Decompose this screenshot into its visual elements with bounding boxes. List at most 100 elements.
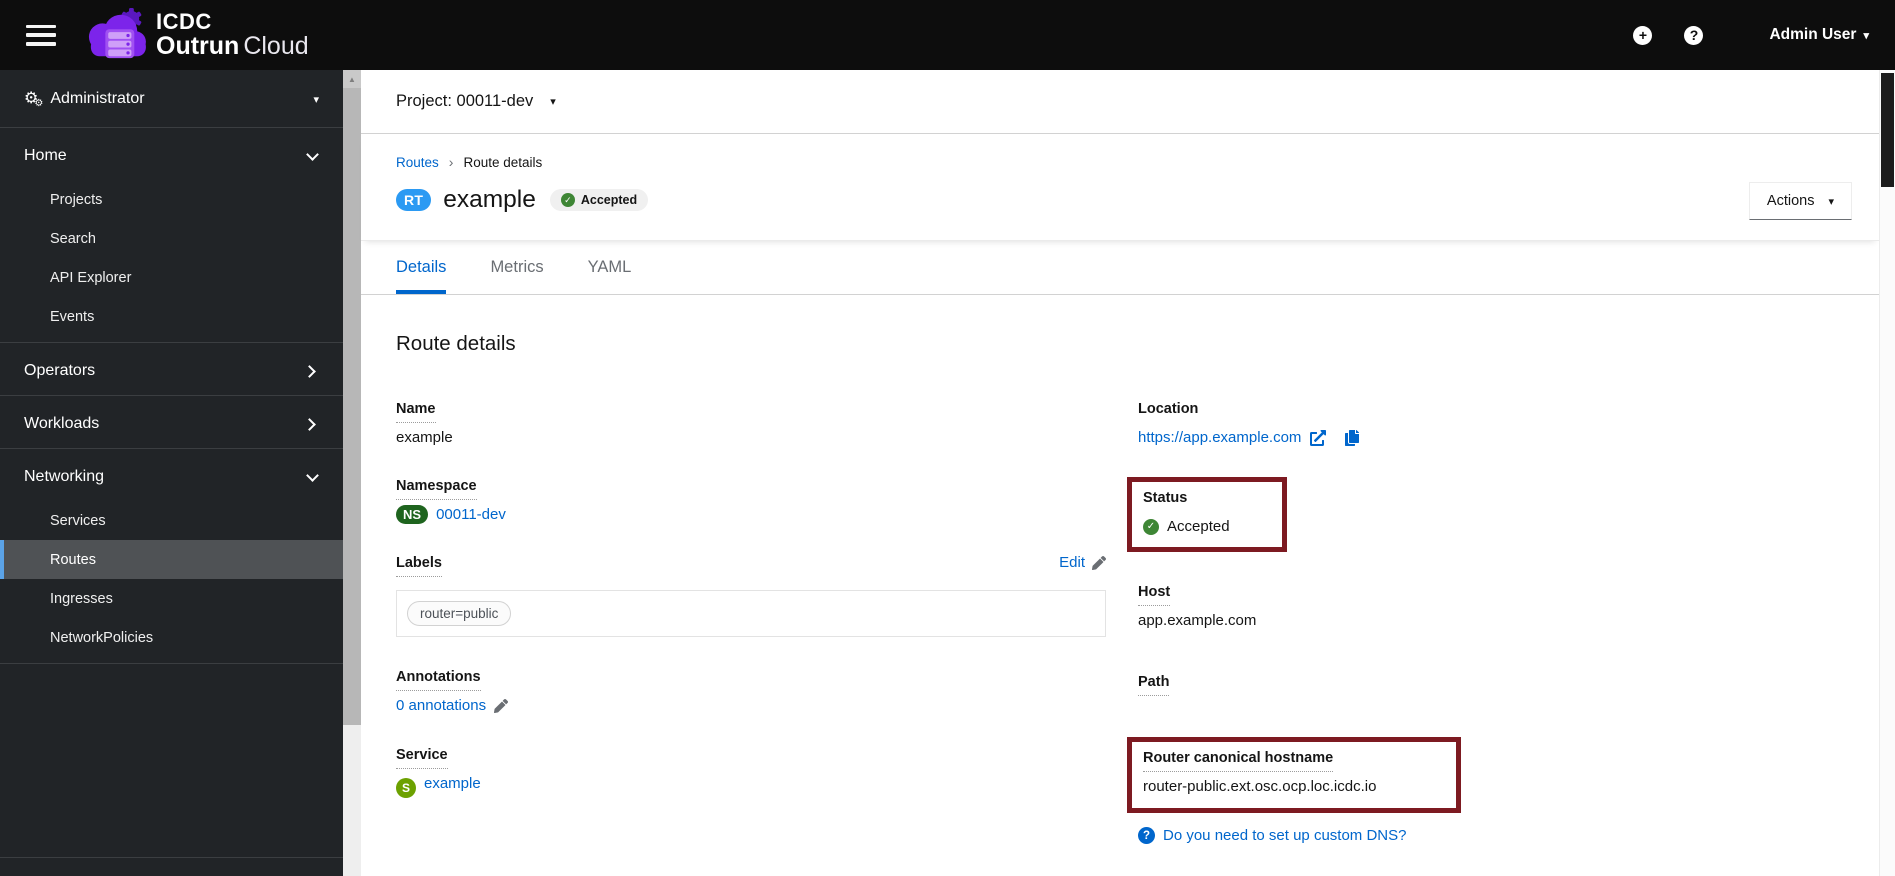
field-annotations: Annotations 0 annotations (396, 668, 1106, 715)
help-icon[interactable]: ? (1684, 25, 1704, 45)
sidebar-nav: ⚙ ⚙ Administrator ▾ Home Projects Search … (0, 70, 343, 876)
field-status-label: Status (1143, 490, 1188, 506)
tab-details[interactable]: Details (396, 241, 447, 294)
add-icon[interactable]: + (1633, 25, 1653, 45)
page-header: Routes › Route details RT example ✓ Acce… (361, 134, 1879, 241)
sidebar-item-api-explorer[interactable]: API Explorer (0, 258, 343, 297)
chevron-down-icon: ▾ (550, 96, 556, 108)
tab-yaml[interactable]: YAML (588, 241, 632, 294)
brand-subtitle: Outrun Cloud (156, 31, 309, 60)
namespace-badge: NS (396, 505, 429, 524)
pencil-icon[interactable] (494, 698, 509, 713)
pencil-icon (1092, 555, 1106, 570)
field-location-value: https://app.example.com (1138, 429, 1835, 446)
chevron-down-icon: ▾ (313, 93, 319, 106)
brand-logo: ICDC Outrun Cloud (84, 7, 309, 63)
chevron-down-icon: ▾ (1863, 29, 1869, 42)
details-right-column: Location https://app.example.com Status … (1127, 400, 1835, 844)
sidebar-item-services[interactable]: Services (0, 501, 343, 540)
nav-section-operators: Operators (0, 343, 343, 396)
status-badge: ✓ Accepted (549, 189, 649, 211)
field-status-value: ✓ Accepted (1143, 518, 1230, 535)
edit-labels-link[interactable]: Edit (1059, 554, 1106, 571)
sidebar-item-routes[interactable]: Routes (0, 540, 343, 579)
field-status-annotated: Status ✓ Accepted (1127, 477, 1835, 552)
breadcrumb: Routes › Route details (396, 154, 1844, 170)
check-circle-icon: ✓ (1143, 518, 1159, 535)
copy-icon[interactable] (1344, 429, 1360, 446)
details-left-column: Name example Namespace NS 00011-dev Label… (396, 400, 1106, 844)
field-labels: Labels Edit router=public (396, 554, 1106, 637)
field-namespace-label: Namespace (396, 478, 477, 500)
chevron-right-icon (303, 364, 316, 378)
external-link-icon[interactable] (1310, 429, 1327, 446)
sidebar-item-projects[interactable]: Projects (0, 180, 343, 219)
field-namespace-value: NS 00011-dev (396, 505, 1106, 524)
field-labels-label: Labels (396, 555, 442, 577)
scrollbar-up-arrow-icon[interactable]: ▲ (343, 70, 361, 88)
field-service-label: Service (396, 747, 448, 769)
main-scrollbar[interactable] (1879, 70, 1895, 876)
field-path-label: Path (1138, 674, 1170, 696)
nav-section-workloads-toggle[interactable]: Workloads (0, 396, 343, 448)
label-chip: router=public (407, 601, 512, 626)
user-menu-label: Admin User (1769, 26, 1857, 43)
actions-label: Actions (1766, 193, 1815, 209)
status-badge-label: Accepted (580, 193, 638, 207)
main-scrollbar-thumb[interactable] (1881, 73, 1894, 187)
field-name: Name example (396, 400, 1106, 446)
field-router-label: Router canonical hostname (1143, 750, 1334, 772)
annotations-link[interactable]: 0 annotations (396, 697, 486, 714)
nav-section-home-toggle[interactable]: Home (0, 128, 343, 180)
app-header: ICDC Outrun Cloud + ? Admin User ▾ (0, 0, 1895, 70)
sidebar-item-networkpolicies[interactable]: NetworkPolicies (0, 618, 343, 657)
field-annotations-label: Annotations (396, 669, 481, 691)
project-selector-label: Project: 00011-dev (396, 92, 534, 110)
sidebar-item-ingresses[interactable]: Ingresses (0, 579, 343, 618)
sidebar-item-search[interactable]: Search (0, 219, 343, 258)
perspective-switcher[interactable]: ⚙ ⚙ Administrator ▾ (0, 70, 343, 128)
field-location-label: Location (1138, 401, 1199, 417)
field-host: Host app.example.com (1138, 583, 1835, 629)
field-path: Path (1138, 673, 1835, 696)
tab-metrics[interactable]: Metrics (490, 241, 543, 294)
sidebar-scrollbar[interactable]: ▲ (343, 70, 361, 876)
breadcrumb-routes-link[interactable]: Routes (396, 155, 439, 170)
nav-toggle-icon[interactable] (26, 24, 56, 46)
page-title: example (443, 186, 536, 213)
nav-section-operators-toggle[interactable]: Operators (0, 343, 343, 395)
breadcrumb-current: Route details (463, 154, 543, 170)
route-resource-badge: RT (396, 189, 432, 211)
tab-bar: Details Metrics YAML (361, 241, 1879, 295)
question-circle-icon: ? (1138, 827, 1155, 844)
app-launcher-icon[interactable] (1581, 25, 1601, 45)
namespace-link[interactable]: 00011-dev (436, 506, 506, 523)
brand-text: ICDC Outrun Cloud (156, 10, 309, 61)
field-host-label: Host (1138, 584, 1171, 606)
breadcrumb-separator-icon: › (448, 154, 454, 170)
nav-section-workloads: Workloads (0, 396, 343, 449)
project-selector[interactable]: Project: 00011-dev ▾ (396, 92, 556, 111)
service-badge: S (396, 778, 416, 798)
cloud-logo-icon (88, 7, 146, 59)
field-location: Location https://app.example.com (1138, 400, 1835, 446)
field-name-label: Name (396, 401, 436, 423)
field-router-value: router-public.ext.osc.ocp.loc.icdc.io (1143, 778, 1377, 795)
brand-title: ICDC (156, 8, 212, 34)
router-annotation-box: Router canonical hostname router-public.… (1127, 737, 1462, 813)
field-service-value: Sexample (396, 775, 1106, 798)
sidebar-scrollbar-thumb[interactable] (343, 88, 361, 725)
sidebar-item-events[interactable]: Events (0, 297, 343, 336)
actions-dropdown[interactable]: Actions ▾ (1748, 182, 1852, 220)
dns-help-row: ? Do you need to set up custom DNS? (1138, 827, 1835, 844)
chevron-down-icon (306, 147, 319, 161)
service-link[interactable]: example (424, 775, 481, 792)
location-link[interactable]: https://app.example.com (1138, 429, 1301, 446)
nav-section-home: Home Projects Search API Explorer Events (0, 128, 343, 343)
nav-section-networking-toggle[interactable]: Networking (0, 449, 343, 501)
header-toolbar: + ? Admin User ▾ (1581, 25, 1869, 45)
custom-dns-link[interactable]: Do you need to set up custom DNS? (1163, 827, 1406, 844)
status-annotation-box: Status ✓ Accepted (1127, 477, 1287, 552)
user-menu[interactable]: Admin User ▾ (1769, 26, 1869, 44)
project-bar: Project: 00011-dev ▾ (361, 70, 1879, 134)
